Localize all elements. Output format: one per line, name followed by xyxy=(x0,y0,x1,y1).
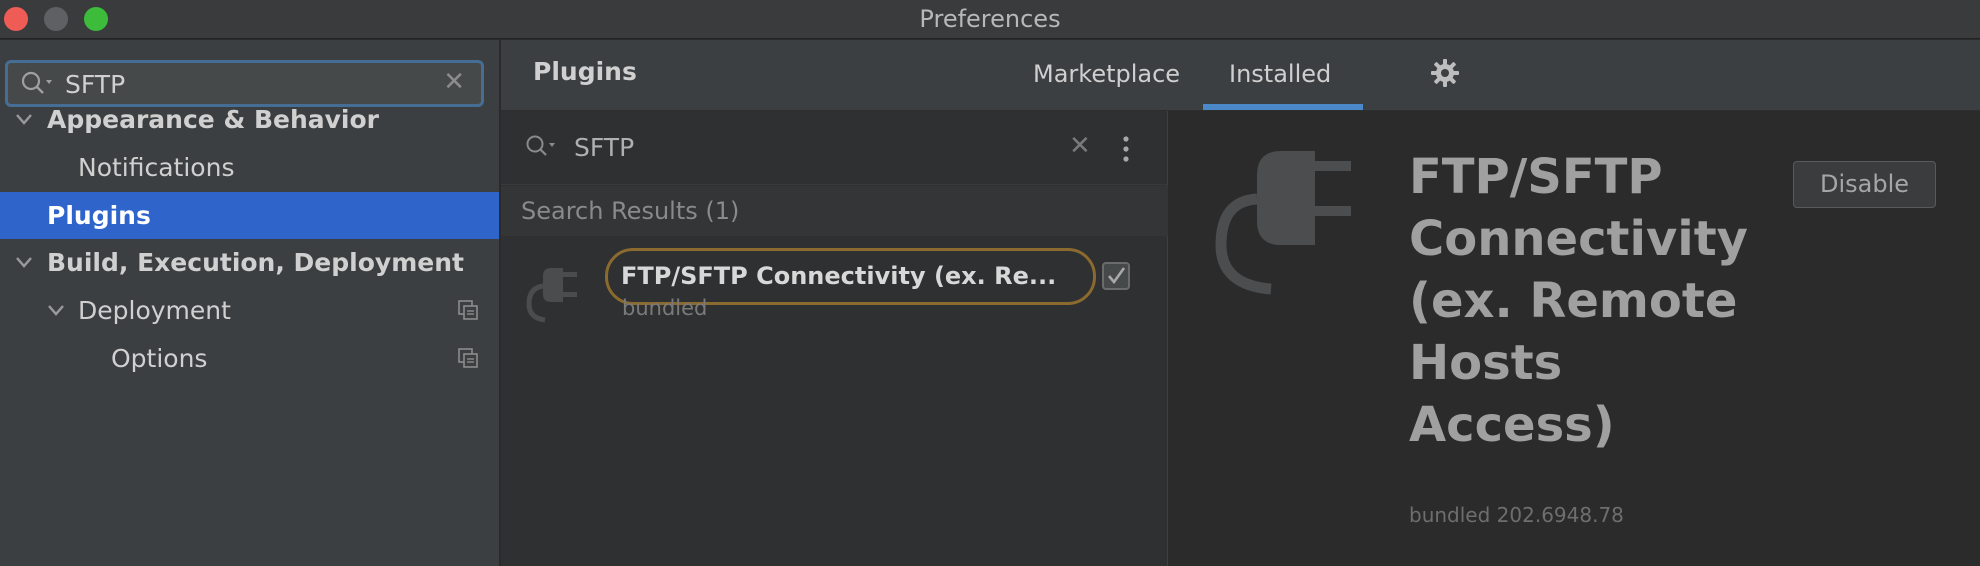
checkmark-icon xyxy=(1108,267,1126,285)
more-options-icon[interactable] xyxy=(1121,135,1131,163)
plugin-detail-title: FTP/SFTP Connectivity (ex. Remote Hosts … xyxy=(1409,146,1789,456)
plugin-name: FTP/SFTP Connectivity (ex. Re... xyxy=(621,262,1057,290)
disable-button[interactable]: Disable xyxy=(1793,161,1936,208)
plugin-detail-panel: FTP/SFTP Connectivity (ex. Remote Hosts … xyxy=(1169,111,1980,566)
plugin-search-value: SFTP xyxy=(574,133,635,162)
search-results-label: Search Results (1) xyxy=(501,186,1168,236)
plugin-detail-title-line: (ex. Remote xyxy=(1409,273,1738,329)
chevron-down-icon[interactable] xyxy=(12,239,36,286)
plugin-detail-title-line: Connectivity xyxy=(1409,211,1748,267)
tree-item-notifications[interactable]: Notifications xyxy=(0,144,499,191)
chevron-down-icon[interactable] xyxy=(44,287,68,334)
plugin-list-item[interactable]: FTP/SFTP Connectivity (ex. Re... bundled xyxy=(501,236,1168,336)
search-icon[interactable] xyxy=(523,133,559,161)
window-title: Preferences xyxy=(919,5,1061,33)
gear-icon[interactable] xyxy=(1430,58,1460,88)
settings-sidebar: SFTP ✕ Appearance & Behavior Notificatio… xyxy=(0,40,500,566)
tree-item-label: Notifications xyxy=(78,153,235,182)
plugin-detail-title-line: Hosts xyxy=(1409,335,1563,391)
tree-item-deployment[interactable]: Deployment xyxy=(0,287,499,334)
clear-icon[interactable]: ✕ xyxy=(1069,131,1091,161)
search-icon[interactable] xyxy=(18,69,58,99)
active-tab-indicator xyxy=(1203,104,1363,110)
chevron-down-icon[interactable] xyxy=(12,96,36,143)
plugin-icon xyxy=(1215,151,1351,295)
clear-icon[interactable]: ✕ xyxy=(443,67,465,97)
tree-item-plugins[interactable]: Plugins xyxy=(0,192,499,239)
tab-installed[interactable]: Installed xyxy=(1229,60,1331,88)
tree-item-build-execution-deployment[interactable]: Build, Execution, Deployment xyxy=(0,239,499,286)
plugin-icon xyxy=(526,268,577,323)
plugin-detail-title-line: Access) xyxy=(1409,397,1615,453)
copy-icon xyxy=(458,300,478,320)
plugins-header: Plugins Marketplace Installed xyxy=(501,40,1980,111)
copy-icon xyxy=(458,348,478,368)
tree-item-label: Options xyxy=(111,344,208,373)
tree-item-label: Deployment xyxy=(78,296,231,325)
tree-item-options[interactable]: Options xyxy=(0,335,499,382)
window-titlebar: Preferences xyxy=(0,0,1980,39)
tree-item-label: Plugins xyxy=(47,201,151,230)
tab-marketplace[interactable]: Marketplace xyxy=(1033,60,1180,88)
plugin-enabled-checkbox[interactable] xyxy=(1102,262,1130,290)
page-title: Plugins xyxy=(533,57,637,86)
plugin-version: bundled 202.6948.78 xyxy=(1409,503,1624,527)
plugin-list-panel: SFTP ✕ Search Results (1) FTP/SFTP Conne… xyxy=(501,111,1168,566)
plugin-search-input[interactable]: SFTP ✕ xyxy=(501,111,1168,185)
plugin-subtitle: bundled xyxy=(622,296,708,320)
tree-item-label: Appearance & Behavior xyxy=(47,105,379,134)
plugin-detail-title-line: FTP/SFTP xyxy=(1409,149,1663,205)
tree-item-appearance-behavior[interactable]: Appearance & Behavior xyxy=(0,96,499,143)
settings-search-value: SFTP xyxy=(65,70,126,99)
tree-item-label: Build, Execution, Deployment xyxy=(47,248,464,277)
